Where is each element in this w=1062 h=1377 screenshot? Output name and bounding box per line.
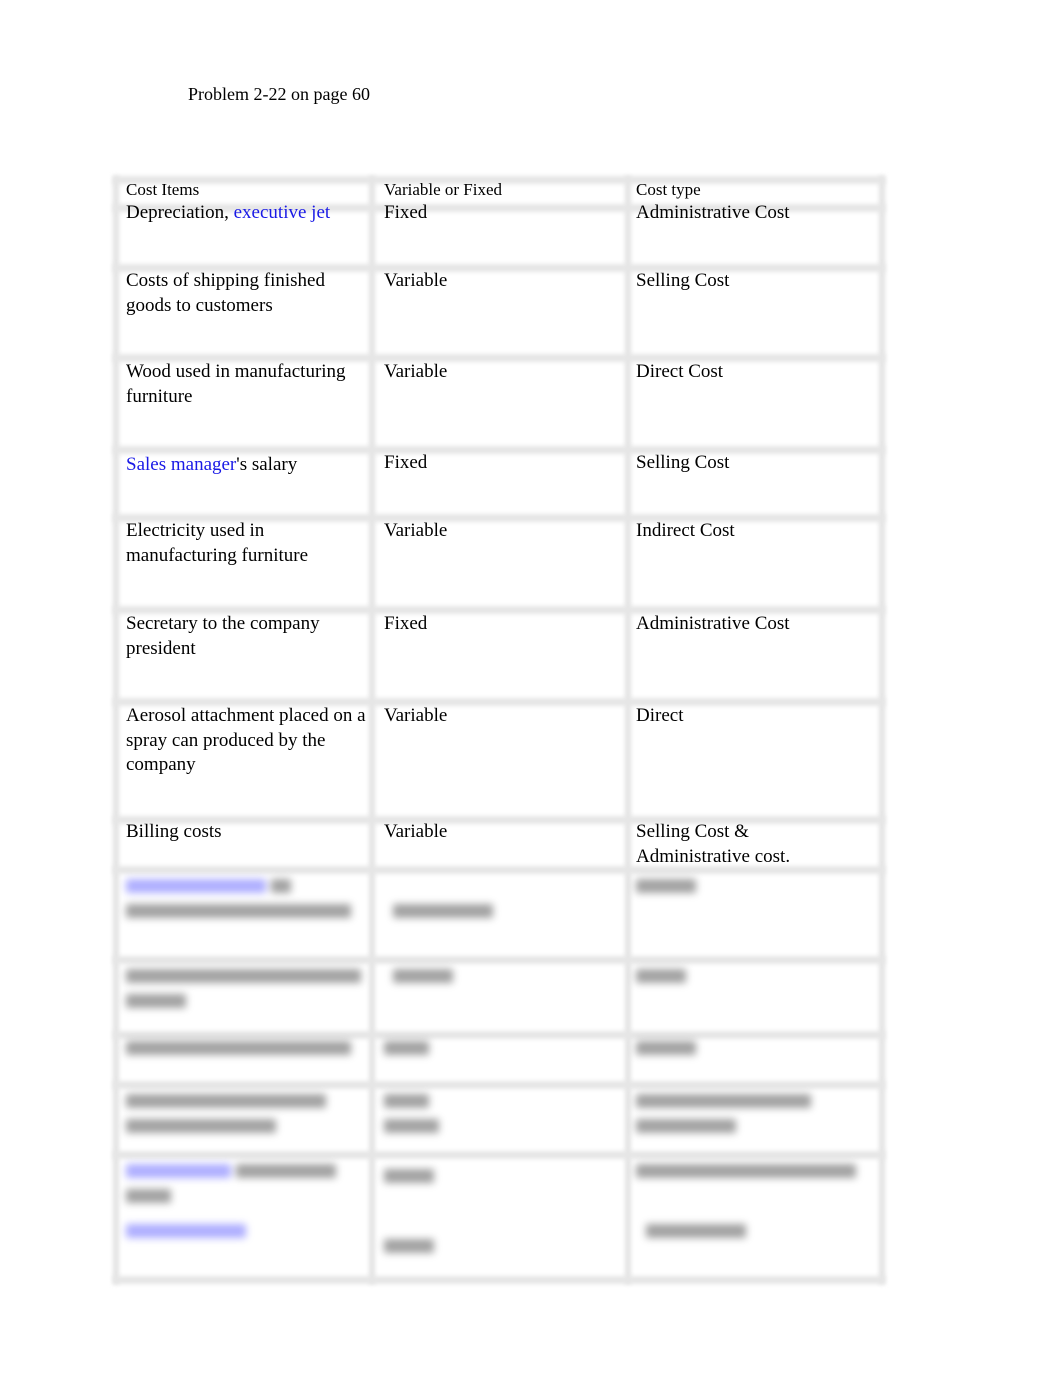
behavior-cell: Variable bbox=[384, 520, 448, 541]
obscured-cell bbox=[393, 966, 453, 991]
behavior-cell: Variable bbox=[384, 270, 448, 291]
cost-item-text: 's salary bbox=[236, 454, 298, 475]
header-cost-items: Cost Items bbox=[126, 180, 200, 199]
row-divider bbox=[113, 1081, 885, 1089]
obscured-cell bbox=[126, 1221, 246, 1246]
obscured-cell bbox=[126, 1038, 351, 1063]
cost-classification-table: Cost Items Variable or Fixed Cost type D… bbox=[113, 176, 885, 1284]
cost-type-cell: Selling Cost bbox=[636, 270, 730, 291]
cost-item-cell: Secretary to the company president bbox=[126, 613, 320, 659]
behavior-cell: Fixed bbox=[384, 202, 428, 223]
cost-type-cell: Direct bbox=[636, 705, 684, 726]
row-divider bbox=[113, 1151, 885, 1159]
obscured-cell bbox=[384, 1236, 434, 1261]
cost-item-text: Depreciation, bbox=[126, 202, 234, 223]
cost-item-cell: Wood used in manufacturing furniture bbox=[126, 361, 346, 407]
cost-item-cell: Billing costs bbox=[126, 821, 222, 842]
behavior-cell: Fixed bbox=[384, 452, 428, 473]
cost-item-cell: Electricity used in manufacturing furnit… bbox=[126, 520, 309, 566]
cost-type-cell: Administrative Cost bbox=[636, 613, 790, 634]
obscured-cell bbox=[126, 876, 351, 925]
cost-type-cell: Administrative Cost bbox=[636, 202, 790, 223]
obscured-cell bbox=[384, 1091, 439, 1140]
table-border-bottom bbox=[113, 1276, 885, 1284]
obscured-cell bbox=[126, 966, 361, 1015]
obscured-cell bbox=[636, 966, 686, 991]
glossary-link[interactable]: Sales manager bbox=[126, 454, 236, 475]
row-divider bbox=[113, 956, 885, 964]
cost-type-cell: Selling Cost bbox=[636, 452, 730, 473]
obscured-cell bbox=[393, 901, 493, 926]
cost-item-cell: Aerosol attachment placed on a spray can… bbox=[126, 705, 366, 775]
header-variable-or-fixed: Variable or Fixed bbox=[384, 180, 503, 199]
behavior-cell: Variable bbox=[384, 361, 448, 382]
obscured-cell bbox=[636, 876, 696, 901]
obscured-cell bbox=[126, 1161, 336, 1210]
behavior-cell: Variable bbox=[384, 705, 448, 726]
cost-type-cell: Selling Cost & Administrative cost. bbox=[636, 821, 791, 867]
behavior-cell: Fixed bbox=[384, 613, 428, 634]
table-border-right bbox=[879, 176, 885, 1284]
obscured-cell bbox=[636, 1091, 811, 1140]
glossary-link[interactable]: executive jet bbox=[234, 202, 331, 223]
cost-item-cell: Sales manager's salary bbox=[126, 453, 366, 478]
obscured-cell bbox=[384, 1038, 429, 1063]
cost-item-cell: Costs of shipping finished goods to cust… bbox=[126, 270, 325, 316]
cost-item-cell: Depreciation, executive jet bbox=[126, 201, 366, 226]
cost-type-cell: Indirect Cost bbox=[636, 520, 735, 541]
obscured-cell bbox=[636, 1161, 856, 1186]
obscured-cell bbox=[384, 1166, 434, 1191]
table-border-left bbox=[113, 176, 119, 1284]
cost-type-cell: Direct Cost bbox=[636, 361, 724, 382]
header-cost-type: Cost type bbox=[636, 180, 701, 199]
obscured-cell bbox=[636, 1038, 696, 1063]
column-divider-1 bbox=[369, 176, 375, 1284]
obscured-cell bbox=[126, 1091, 326, 1140]
behavior-cell: Variable bbox=[384, 821, 448, 842]
column-divider-2 bbox=[625, 176, 631, 1284]
obscured-cell bbox=[646, 1221, 746, 1246]
document-title: Problem 2-22 on page 60 bbox=[188, 84, 370, 104]
